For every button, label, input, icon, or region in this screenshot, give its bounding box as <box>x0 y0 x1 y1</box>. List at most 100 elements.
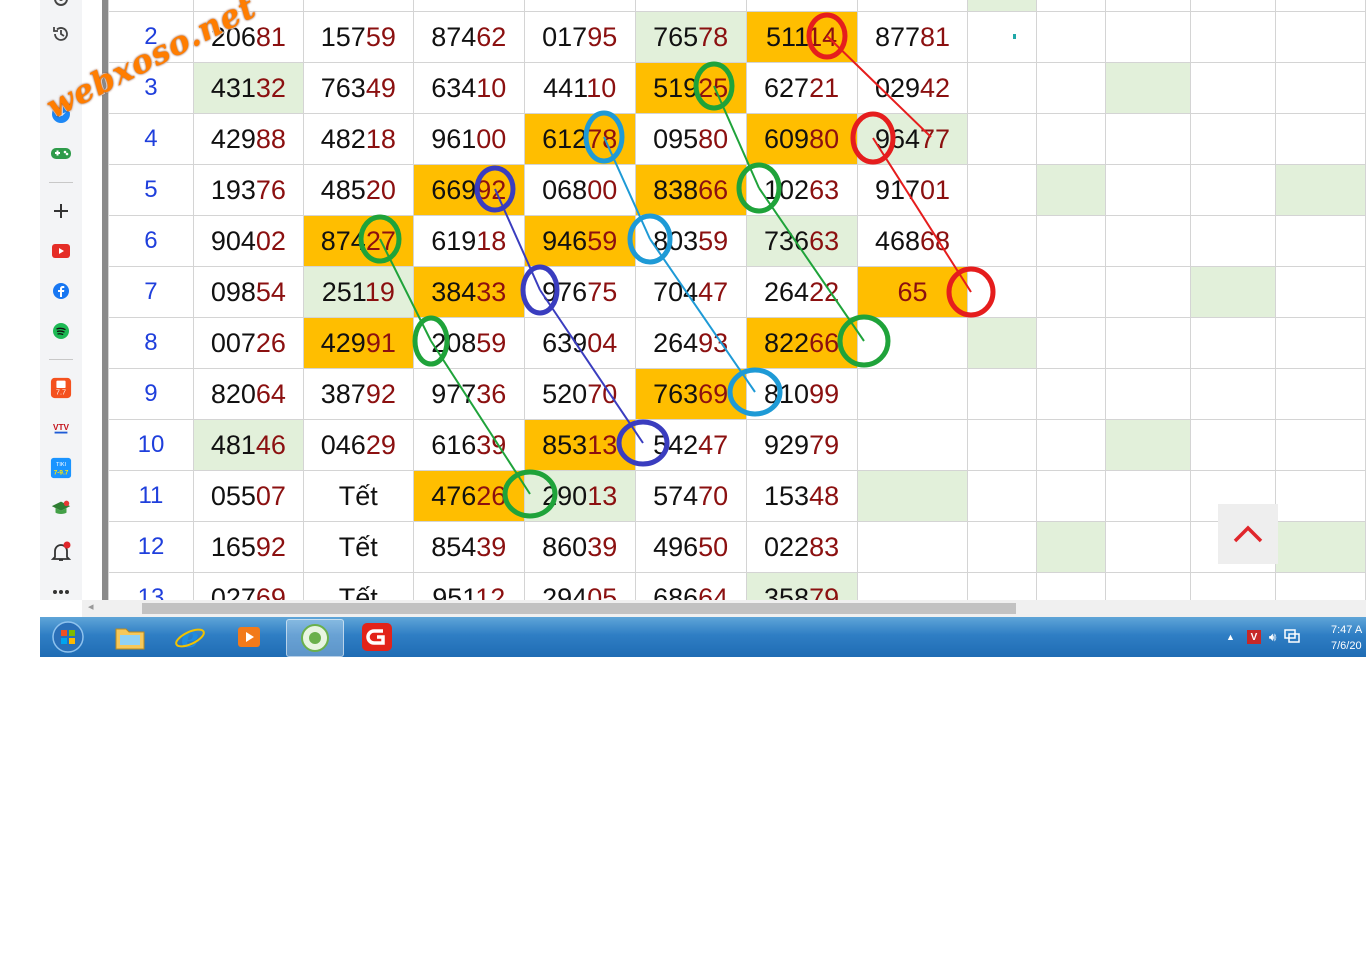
number-prefix: 904 <box>210 225 256 256</box>
vtv-icon[interactable]: VTV <box>50 417 72 439</box>
result-cell: 04629 <box>302 419 414 471</box>
add-icon[interactable] <box>50 200 72 222</box>
number-prefix: 153 <box>764 480 810 511</box>
last-two-digits: 78 <box>698 21 729 52</box>
row-number: 13 <box>108 572 194 600</box>
scroll-to-top-button[interactable] <box>1218 504 1278 564</box>
number-prefix: 976 <box>542 276 588 307</box>
row-number <box>108 0 194 12</box>
number-prefix: 929 <box>764 429 810 460</box>
volume-icon[interactable]: 🔊︎ <box>1269 630 1277 645</box>
last-two-digits: 26 <box>255 327 286 358</box>
network-icon[interactable] <box>1284 628 1301 646</box>
last-two-digits: 59 <box>587 225 618 256</box>
result-cell: 73663 <box>745 215 858 267</box>
file-explorer-icon[interactable] <box>102 619 158 655</box>
last-two-digits: 68 <box>920 225 951 256</box>
table-row: 4 42988 48218 96100 61278 09580 60980 96477 <box>108 113 1366 165</box>
table-row <box>108 0 1366 12</box>
spotify-icon[interactable] <box>50 320 72 342</box>
coccoc-browser-icon[interactable] <box>286 619 344 657</box>
result-cell: 62721 <box>745 62 858 114</box>
number-prefix: 520 <box>542 378 588 409</box>
last-two-digits: 95 <box>587 21 618 52</box>
holiday-label: Tết <box>338 480 378 511</box>
number-prefix: 669 <box>431 174 477 205</box>
internet-explorer-icon[interactable]: e <box>162 619 218 655</box>
game-controller-icon[interactable] <box>50 142 72 164</box>
number-prefix: 874 <box>431 21 477 52</box>
empty-cell <box>1190 419 1276 471</box>
last-two-digits: 04 <box>587 327 618 358</box>
result-cell <box>745 0 858 12</box>
scrollbar-thumb[interactable] <box>142 603 1016 614</box>
empty-cell <box>967 317 1038 369</box>
settings-icon[interactable] <box>50 0 72 10</box>
last-two-digits: 10 <box>476 72 507 103</box>
media-player-icon[interactable] <box>222 619 278 655</box>
result-cell: 97675 <box>523 266 636 318</box>
last-two-digits: 88 <box>255 123 286 154</box>
result-cell: Tết <box>302 470 414 522</box>
facebook-icon[interactable] <box>50 280 72 302</box>
holiday-label: Tết <box>338 582 378 601</box>
show-hidden-icons-icon[interactable]: ▲ <box>1226 632 1235 642</box>
result-cell: 02942 <box>856 62 969 114</box>
tray-v-icon[interactable]: V <box>1246 630 1261 644</box>
result-cell: 42991 <box>302 317 414 369</box>
number-prefix: 874 <box>320 225 366 256</box>
result-cell: 90402 <box>192 215 304 267</box>
youtube-icon[interactable] <box>50 240 72 262</box>
scroll-left-arrow-icon[interactable]: ◂ <box>88 600 94 613</box>
number-prefix: 877 <box>874 21 920 52</box>
number-prefix: 616 <box>431 429 477 460</box>
empty-cell <box>1275 164 1366 216</box>
more-icon[interactable] <box>50 581 72 603</box>
number-prefix: 917 <box>874 174 920 205</box>
number-prefix: 860 <box>542 531 588 562</box>
result-cell: 60980 <box>745 113 858 165</box>
number-prefix: 055 <box>210 480 256 511</box>
notifications-icon[interactable] <box>50 541 72 563</box>
empty-cell <box>1036 470 1107 522</box>
result-cell <box>856 419 969 471</box>
horizontal-scrollbar[interactable]: ◂ <box>82 600 1366 617</box>
result-cell: 70447 <box>634 266 747 318</box>
shopee-badge: 7.7 <box>56 387 66 396</box>
last-two-digits: 92 <box>255 531 286 562</box>
number-prefix: 476 <box>431 480 477 511</box>
number-prefix: 481 <box>210 429 256 460</box>
empty-cell <box>1036 11 1107 63</box>
windows-taskbar: e ▲ V 🔊︎ 7:47 A 7/6/20 <box>40 617 1366 657</box>
result-cell <box>302 0 414 12</box>
graduation-cap-icon[interactable] <box>50 497 72 519</box>
last-two-digits: 65 <box>897 276 928 307</box>
garena-icon[interactable] <box>349 619 405 655</box>
tiki-icon[interactable]: TIKI 7-9.7 <box>50 457 72 479</box>
number-prefix: 264 <box>764 276 810 307</box>
empty-cell <box>1036 0 1107 12</box>
result-cell: 76578 <box>634 11 747 63</box>
shopee-icon[interactable]: 7.7 <box>50 377 72 399</box>
empty-cell <box>967 266 1038 318</box>
last-two-digits: 83 <box>809 531 840 562</box>
result-cell: 00726 <box>192 317 304 369</box>
last-two-digits: 59 <box>476 327 507 358</box>
history-icon[interactable] <box>50 23 72 45</box>
result-cell: 35879 <box>745 572 858 600</box>
result-cell: 01795 <box>523 11 636 63</box>
last-two-digits: 69 <box>255 582 286 601</box>
result-cell: 51114 <box>745 11 858 63</box>
result-cell: 02283 <box>745 521 858 573</box>
svg-text:TIKI: TIKI <box>56 462 67 468</box>
system-clock[interactable]: 7:47 A 7/6/20 <box>1331 622 1362 654</box>
last-two-digits: 66 <box>698 174 729 205</box>
number-prefix: 007 <box>210 327 256 358</box>
result-cell: 43132 <box>192 62 304 114</box>
result-cell: 85313 <box>523 419 636 471</box>
result-cell: 95112 <box>412 572 525 600</box>
result-cell: 63904 <box>523 317 636 369</box>
result-cell: 38433 <box>412 266 525 318</box>
last-two-digits: 18 <box>476 225 507 256</box>
start-orb-icon[interactable] <box>40 619 96 655</box>
